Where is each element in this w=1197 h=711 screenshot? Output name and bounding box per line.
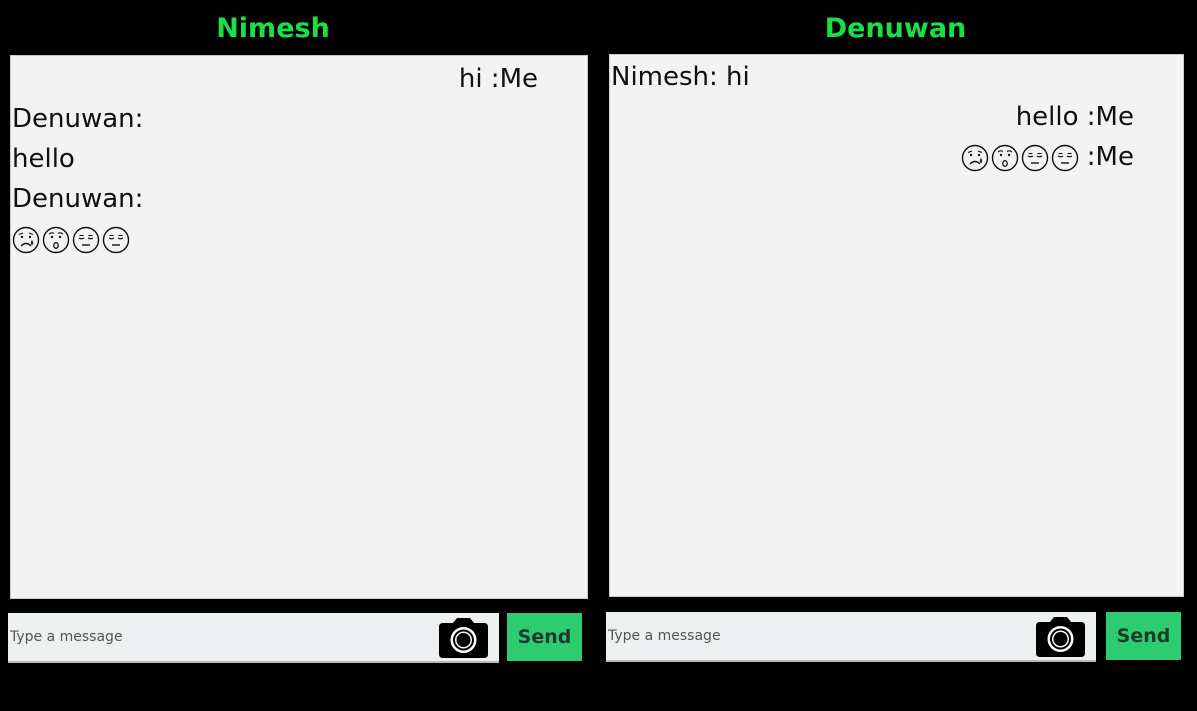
- chat-message-received: Nimesh: hi: [611, 62, 750, 92]
- chat-message-sent-emojis: :Me: [611, 137, 1183, 177]
- hushed-face-icon: [42, 226, 70, 254]
- camera-icon[interactable]: [1035, 616, 1086, 658]
- emoji-sender-tag: :Me: [1086, 142, 1134, 172]
- send-button[interactable]: Send: [507, 613, 582, 661]
- chat-message-sender: Denuwan:: [12, 184, 144, 214]
- expressionless-face-icon: [72, 226, 100, 254]
- chat-message-received-emojis: [12, 219, 587, 259]
- hushed-face-icon: [991, 144, 1019, 172]
- expressionless-face-icon: [102, 226, 130, 254]
- worried-face-icon: [12, 226, 40, 254]
- panel-title: Denuwan: [824, 13, 967, 44]
- worried-face-icon: [961, 144, 989, 172]
- chat-history[interactable]: Nimesh: hi hello :Me :Me: [609, 54, 1184, 597]
- chat-message-sender: Denuwan:: [12, 104, 144, 134]
- chat-panel-nimesh: Nimesh hi :Me Denuwan: hello Denuwan: Ty…: [0, 0, 598, 711]
- message-input[interactable]: [606, 612, 1028, 660]
- message-input[interactable]: [8, 613, 430, 661]
- message-composer: [606, 612, 1096, 662]
- chat-message-sent: hello :Me: [1015, 102, 1134, 132]
- chat-message-sent: hi :Me: [458, 64, 538, 94]
- expressionless-face-icon: [1051, 144, 1079, 172]
- chat-panel-denuwan: Denuwan Nimesh: hi hello :Me :Me Type a …: [598, 0, 1197, 711]
- send-button[interactable]: Send: [1106, 612, 1181, 660]
- message-composer: [8, 613, 499, 663]
- chat-history[interactable]: hi :Me Denuwan: hello Denuwan:: [10, 55, 588, 599]
- camera-icon[interactable]: [438, 617, 489, 659]
- panel-title: Nimesh: [216, 13, 330, 44]
- expressionless-face-icon: [1021, 144, 1049, 172]
- chat-message-received: hello: [12, 144, 75, 174]
